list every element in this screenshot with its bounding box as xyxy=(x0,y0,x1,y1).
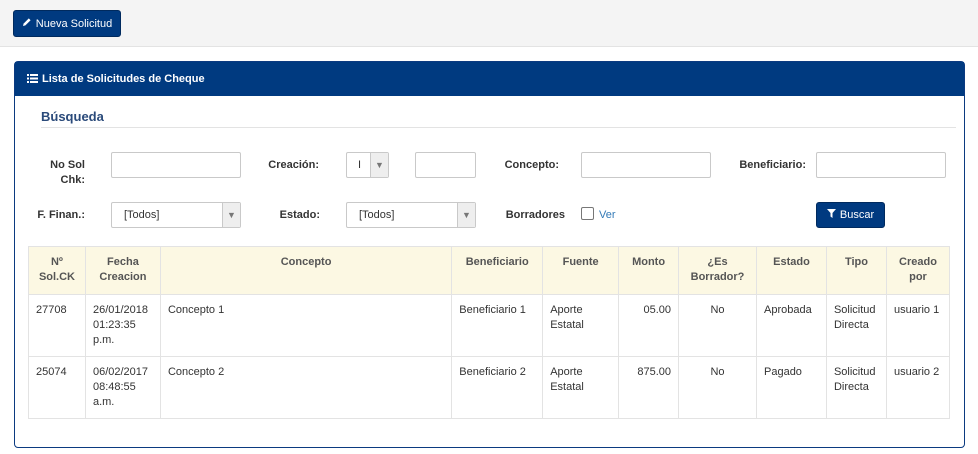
chevron-down-icon: ▼ xyxy=(370,153,388,177)
cell-tipo: Solicitud Directa xyxy=(825,356,887,419)
cell-borrador: No xyxy=(678,294,757,357)
cell-concepto: Concepto 1 xyxy=(159,294,453,357)
pencil-icon xyxy=(22,17,32,30)
col-header-tipo: Tipo xyxy=(825,246,887,295)
cell-fecha: 26/01/2018 01:23:35 p.m. xyxy=(84,294,161,357)
chevron-down-icon: ▼ xyxy=(457,203,475,227)
cell-fuente: Aporte Estatal xyxy=(542,356,620,419)
col-header-borrador: ¿Es Borrador? xyxy=(678,246,757,295)
table-header-row: Nº Sol.CK Fecha Creacion Concepto Benefici… xyxy=(28,246,951,295)
cell-monto: 875.00 xyxy=(618,356,680,419)
cell-monto: 05.00 xyxy=(618,294,680,357)
cell-no: 25074 xyxy=(28,356,86,419)
col-header-creado: Creado por xyxy=(885,246,951,295)
filter-icon xyxy=(826,209,836,221)
ver-link[interactable]: Ver xyxy=(599,209,616,221)
no-sol-input[interactable] xyxy=(111,152,241,178)
table-row[interactable]: 27708 26/01/2018 01:23:35 p.m. Concepto 1 … xyxy=(28,294,951,357)
cell-beneficiario: Beneficiario 2 xyxy=(451,356,544,419)
col-header-no: Nº Sol.CK xyxy=(28,246,86,295)
borradores-label: Borradores xyxy=(505,209,565,221)
list-icon xyxy=(27,73,38,86)
requests-table: Nº Sol.CK Fecha Creacion Concepto Benefici… xyxy=(28,246,951,419)
creacion-date-input[interactable] xyxy=(415,152,476,178)
cell-fecha: 06/02/2017 08:48:55 a.m. xyxy=(84,356,161,419)
estado-label: Estado: xyxy=(279,209,320,221)
finan-select[interactable]: [Todos] ▼ xyxy=(111,202,241,228)
concepto-input[interactable] xyxy=(581,152,711,178)
col-header-estado: Estado xyxy=(756,246,827,295)
creacion-label: Creación: xyxy=(268,159,319,171)
new-request-button[interactable]: Nueva Solicitud xyxy=(13,10,121,37)
col-header-concepto: Concepto xyxy=(159,246,453,295)
no-sol-label: No Sol Chk: xyxy=(35,158,85,188)
search-section-title: Búsqueda xyxy=(41,109,956,128)
creacion-operator-select[interactable]: I ▼ xyxy=(346,152,389,178)
cell-borrador: No xyxy=(678,356,757,419)
panel-header: Lista de Solicitudes de Cheque xyxy=(15,62,964,96)
cell-beneficiario: Beneficiario 1 xyxy=(451,294,544,357)
search-button[interactable]: Buscar xyxy=(816,202,885,228)
finan-select-value: [Todos] xyxy=(124,209,160,221)
cell-creado: usuario 2 xyxy=(885,356,951,419)
beneficiario-label: Beneficiario: xyxy=(739,159,806,171)
search-button-label: Buscar xyxy=(839,209,875,221)
creacion-operator-value: I xyxy=(358,159,362,171)
no-sol-label-line1: No Sol xyxy=(50,159,85,171)
col-header-monto: Monto xyxy=(618,246,680,295)
top-toolbar: Nueva Solicitud xyxy=(0,0,978,47)
finan-label: F. Finan.: xyxy=(37,209,85,221)
cell-no: 27708 xyxy=(28,294,86,357)
chevron-down-icon: ▼ xyxy=(222,203,240,227)
estado-select-value: [Todos] xyxy=(359,209,395,221)
cell-estado: Aprobada xyxy=(756,294,827,357)
panel-title: Lista de Solicitudes de Cheque xyxy=(42,73,205,85)
new-request-label: Nueva Solicitud xyxy=(35,17,113,30)
request-list-panel: Lista de Solicitudes de Cheque Búsqueda … xyxy=(14,61,965,448)
borradores-checkbox[interactable] xyxy=(581,207,594,220)
cell-tipo: Solicitud Directa xyxy=(825,294,887,357)
concepto-label: Concepto: xyxy=(504,159,559,171)
cell-estado: Pagado xyxy=(756,356,827,419)
estado-select[interactable]: [Todos] ▼ xyxy=(346,202,476,228)
col-header-beneficiario: Beneficiario xyxy=(451,246,544,295)
cell-fuente: Aporte Estatal xyxy=(542,294,620,357)
cell-concepto: Concepto 2 xyxy=(159,356,453,419)
col-header-fecha: Fecha Creacion xyxy=(84,246,161,295)
cell-creado: usuario 1 xyxy=(885,294,951,357)
col-header-fuente: Fuente xyxy=(542,246,620,295)
table-row[interactable]: 25074 06/02/2017 08:48:55 a.m. Concepto 2 … xyxy=(28,356,951,419)
beneficiario-input[interactable] xyxy=(816,152,946,178)
no-sol-label-line2: Chk: xyxy=(60,174,85,186)
